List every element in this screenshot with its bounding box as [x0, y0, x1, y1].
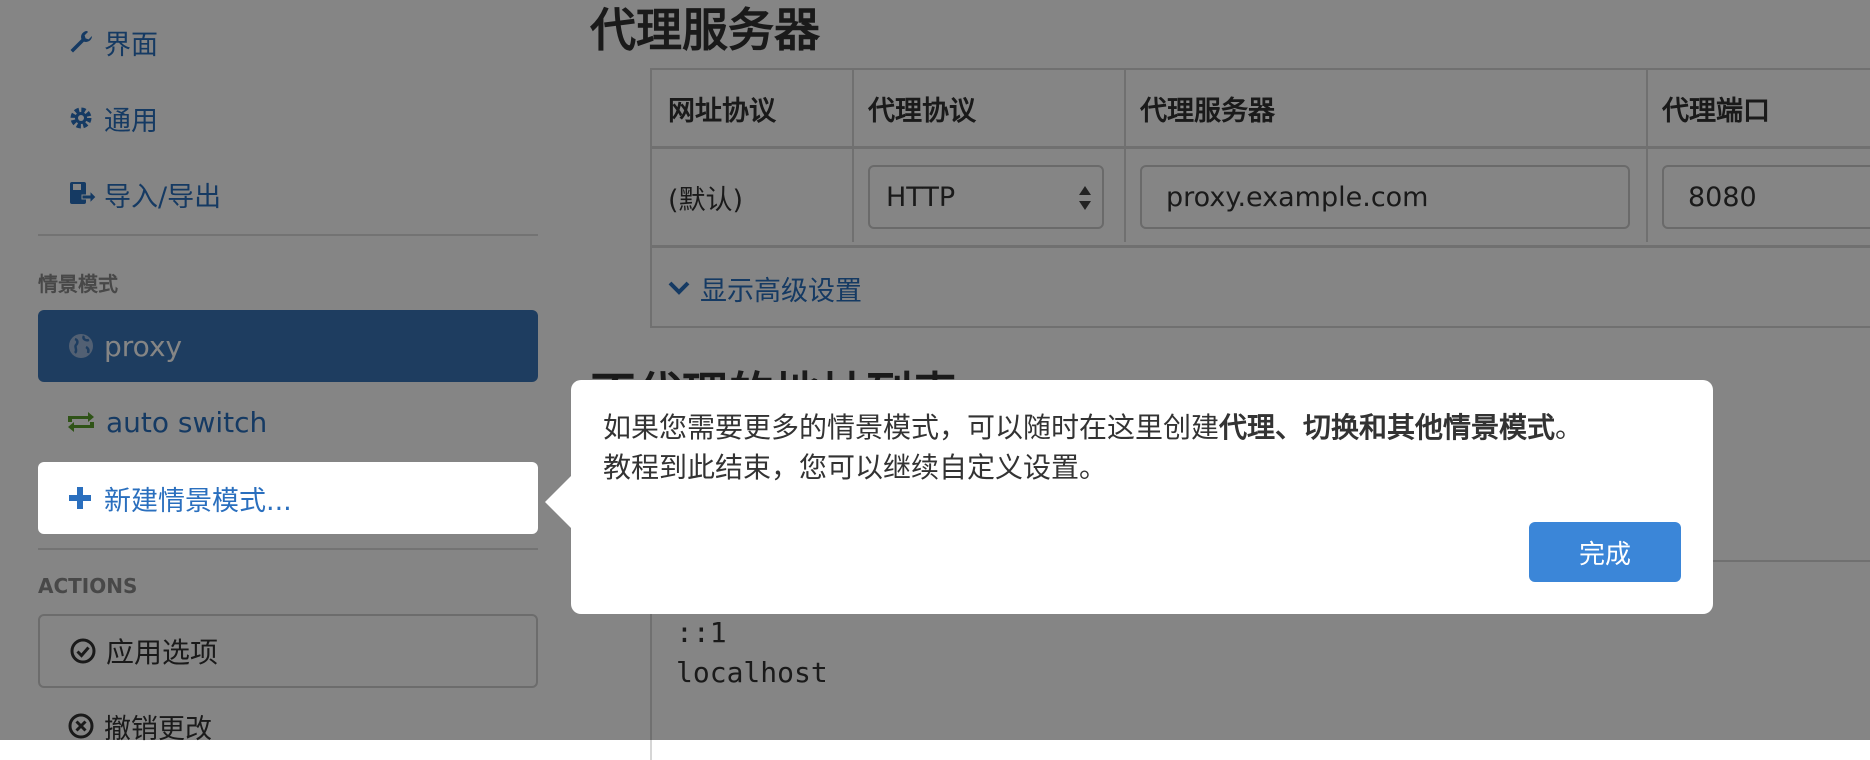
popover-line-2: 教程到此结束，您可以继续自定义设置。 [603, 451, 1108, 484]
done-button[interactable]: 完成 [1529, 522, 1681, 582]
popover-text-bold: 代理、切换和其他情景模式 [1219, 411, 1556, 444]
popover-arrow [545, 476, 571, 528]
tutorial-popover: 如果您需要更多的情景模式，可以随时在这里创建代理、切换和其他情景模式。 教程到此… [545, 380, 1713, 614]
popover-message: 如果您需要更多的情景模式，可以随时在这里创建代理、切换和其他情景模式。 教程到此… [603, 408, 1681, 488]
popover-text-part: 。 [1555, 411, 1584, 444]
plus-icon [68, 486, 98, 510]
popover-text-part: 如果您需要更多的情景模式，可以随时在这里创建 [603, 411, 1220, 444]
popover-line-1: 如果您需要更多的情景模式，可以随时在这里创建代理、切换和其他情景模式。 [603, 408, 1681, 448]
new-profile-label: 新建情景模式... [104, 485, 292, 517]
tutorial-overlay [0, 0, 1870, 740]
new-profile-button[interactable]: 新建情景模式... [38, 462, 538, 534]
